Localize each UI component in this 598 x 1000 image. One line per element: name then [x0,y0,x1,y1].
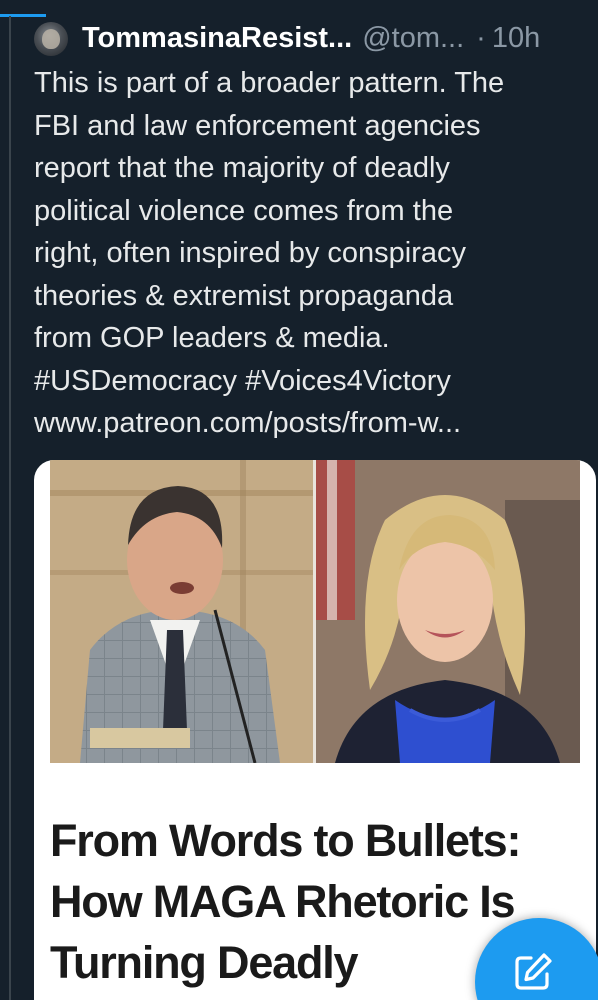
author-handle[interactable]: @tom... [362,22,464,55]
author-name[interactable]: TommasinaResist... [82,22,352,55]
tweet-detail-screen: TommasinaResist... @tom... · 10h This is… [0,0,598,1000]
woman-portrait-image [315,460,580,763]
man-portrait-image [50,460,315,763]
patreon-link[interactable]: www.patreon.com/posts/from-w... [34,402,594,445]
header-separator: · [476,21,486,54]
timestamp[interactable]: 10h [492,22,540,55]
thread-connector-line [9,16,11,1000]
headline-line: How MAGA Rhetoric Is [50,876,516,927]
tweet-text-line: theories & extremist propaganda [34,279,454,312]
card-image [50,460,580,763]
hashtags[interactable]: #USDemocracy #Voices4Victory [34,360,594,403]
compose-icon [515,953,552,990]
tweet-text-line: from GOP leaders & media. [34,322,390,354]
headline-line: From Words to Bullets: [50,815,521,866]
photo-right [315,460,580,763]
avatar[interactable] [34,22,68,56]
tweet-text-line: This is part of a broader pattern. The [34,67,505,99]
tweet-text-line: report that the majority of deadly [34,152,450,184]
photo-left [50,460,315,763]
tweet-text-line: FBI and law enforcement agencies [34,109,481,142]
active-tab-indicator [0,14,46,17]
tweet-header: TommasinaResist... @tom... · 10h [82,20,540,56]
photo-divider [313,460,316,763]
tweet-text-line: political violence comes from the [34,194,454,227]
tweet-text-line: right, often inspired by conspiracy [34,237,466,269]
tweet-text: This is part of a broader pattern. The F… [34,62,594,445]
link-preview-card[interactable]: From Words to Bullets: How MAGA Rhetoric… [34,460,596,1000]
